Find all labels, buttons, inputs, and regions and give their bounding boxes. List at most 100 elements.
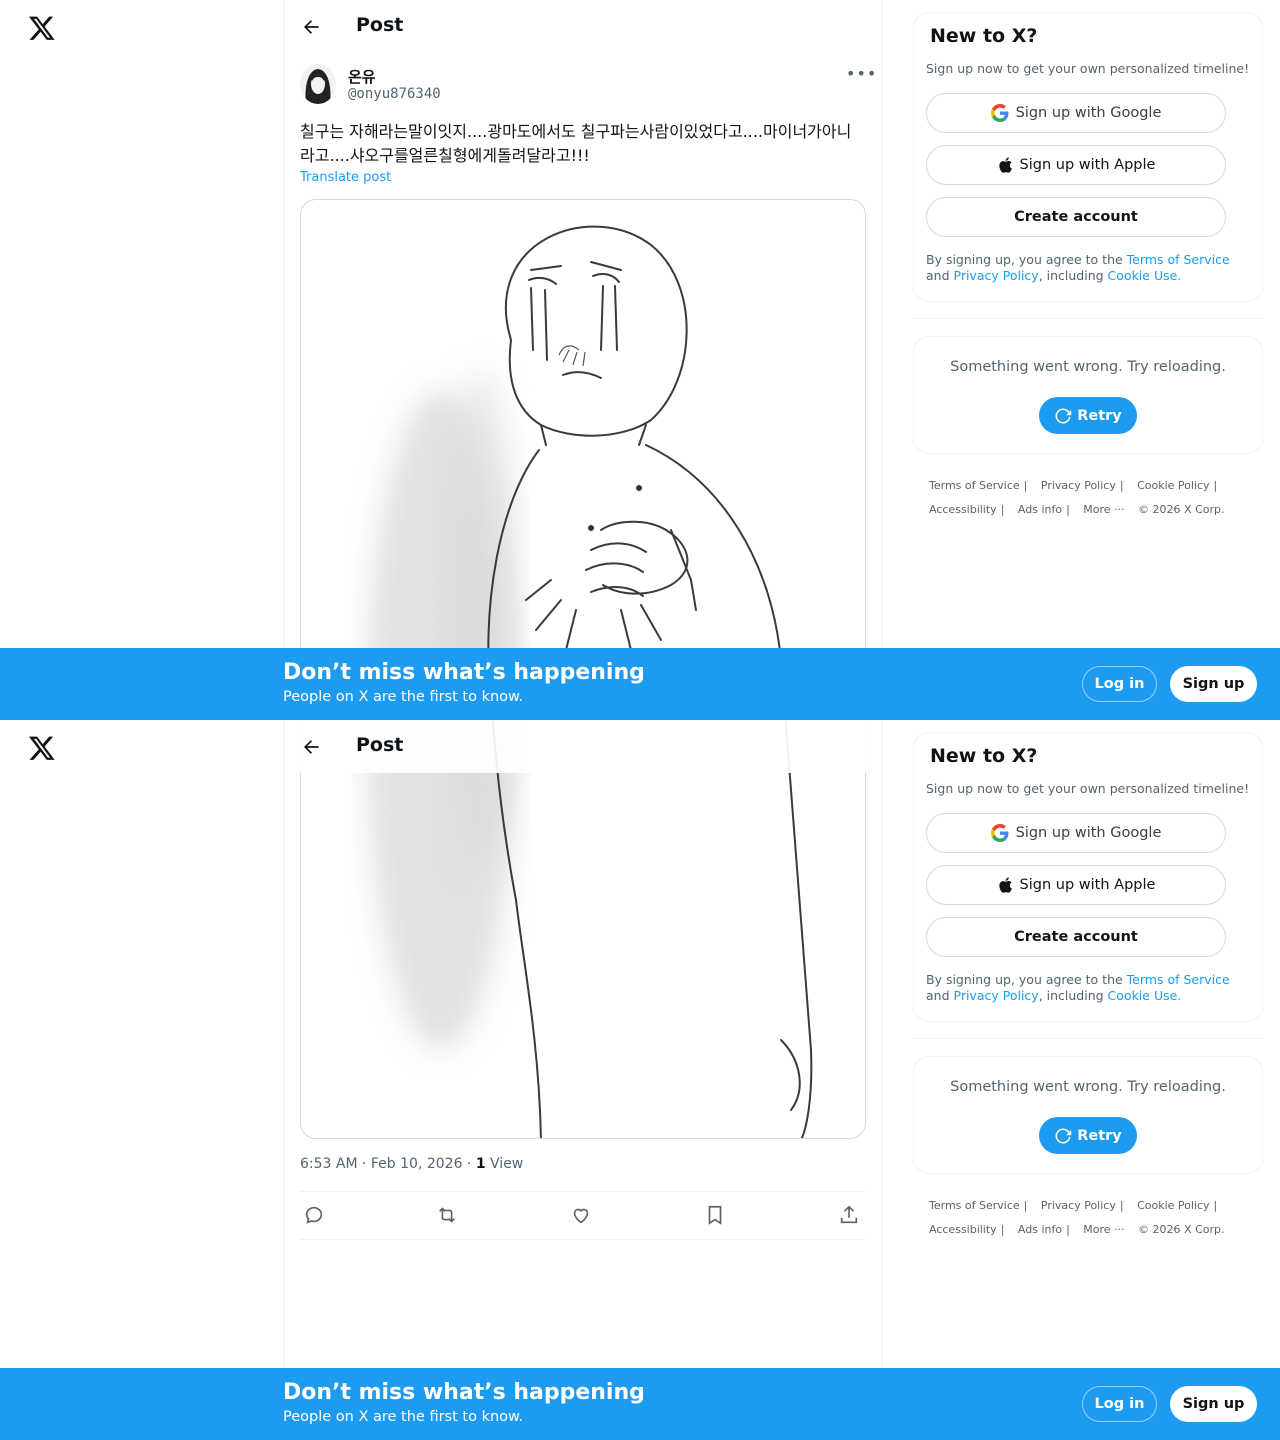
views-label: View [485, 1156, 524, 1172]
footer-separator: | [1000, 503, 1005, 516]
signup-apple-button[interactable]: Sign up with Apple [926, 145, 1226, 185]
create-account-button[interactable]: Create account [926, 917, 1226, 957]
x-logo-icon[interactable] [28, 14, 56, 42]
banner-login-button[interactable]: Log in [1082, 1386, 1157, 1422]
avatar[interactable] [300, 64, 336, 104]
footer-separator: | [1119, 479, 1124, 492]
banner-signup-button[interactable]: Sign up [1170, 1386, 1257, 1422]
footer-privacy-link[interactable]: Privacy Policy [1041, 1199, 1116, 1212]
legal-text: By signing up, you agree to the Terms of… [926, 972, 1246, 1004]
footer-more-link[interactable]: More ··· [1083, 1223, 1124, 1236]
error-card: Something went wrong. Try reloading. Ret… [913, 336, 1263, 454]
signup-subtitle: Sign up now to get your own personalized… [926, 61, 1250, 76]
page-title: Post [356, 14, 404, 36]
post-image[interactable] [300, 199, 866, 720]
footer-separator: | [1066, 503, 1070, 516]
banner-signup-button[interactable]: Sign up [1170, 666, 1257, 702]
signup-google-label: Sign up with Google [1015, 825, 1162, 841]
footer-separator: | [1023, 479, 1028, 492]
footer-links: Terms of Service | Privacy Policy | Cookie… [929, 474, 1249, 522]
x-logo-icon[interactable] [28, 734, 56, 762]
author-name[interactable]: 온유 [348, 66, 376, 87]
footer-links: Terms of Service | Privacy Policy | Cookie… [929, 1194, 1249, 1242]
cookie-link[interactable]: Cookie Use. [1108, 268, 1182, 283]
cookie-link[interactable]: Cookie Use. [1108, 988, 1182, 1003]
footer-more-link[interactable]: More ··· [1083, 503, 1124, 516]
views-count: 1 [475, 1156, 486, 1172]
refresh-icon [1055, 407, 1072, 423]
author-handle[interactable]: @onyu876340 [348, 86, 441, 102]
terms-link[interactable]: Terms of Service [1127, 252, 1230, 267]
error-card: Something went wrong. Try reloading. Ret… [913, 1056, 1263, 1174]
footer-ads-link[interactable]: Ads info [1018, 1223, 1062, 1236]
signup-google-button[interactable]: Sign up with Google [926, 93, 1226, 133]
terms-link[interactable]: Terms of Service [1127, 972, 1230, 987]
legal-and: and [926, 988, 954, 1003]
bookmark-icon[interactable] [704, 1204, 728, 1228]
legal-prefix: By signing up, you agree to the [926, 252, 1127, 267]
legal-and: and [926, 268, 954, 283]
back-arrow-icon[interactable] [298, 14, 324, 40]
footer-accessibility-link[interactable]: Accessibility [929, 503, 997, 516]
footer-copyright: © 2026 X Corp. [1138, 1223, 1225, 1236]
like-icon[interactable] [570, 1204, 594, 1228]
share-icon[interactable] [838, 1204, 862, 1228]
more-options-icon[interactable]: ••• [846, 64, 876, 84]
banner-title: Don’t miss what’s happening [283, 1380, 645, 1405]
main-column: Post 6:53 AM · Feb 10, 2026 · 1 View [283, 720, 883, 1440]
signup-apple-label: Sign up with Apple [1019, 157, 1156, 173]
post-header: Post [284, 0, 882, 53]
footer-privacy-link[interactable]: Privacy Policy [1041, 479, 1116, 492]
privacy-link[interactable]: Privacy Policy [954, 268, 1039, 283]
retry-label: Retry [1077, 1127, 1122, 1144]
screen-top: Post 온유 @onyu876340 ••• 칠구는 자해라는말이잇지....… [0, 0, 1280, 720]
post-header: Post [284, 720, 882, 773]
crying-figure-drawing [366, 720, 813, 1138]
retry-button[interactable]: Retry [1039, 1117, 1137, 1154]
post-actions [300, 1191, 866, 1240]
footer-cookie-link[interactable]: Cookie Policy [1137, 1199, 1209, 1212]
banner-login-button[interactable]: Log in [1082, 666, 1157, 702]
privacy-link[interactable]: Privacy Policy [954, 988, 1039, 1003]
post-meta: 6:53 AM · Feb 10, 2026 · 1 View [300, 1156, 523, 1172]
legal-prefix: By signing up, you agree to the [926, 972, 1127, 987]
sidebar-divider [913, 318, 1263, 319]
apple-icon [998, 157, 1012, 173]
signup-subtitle: Sign up now to get your own personalized… [926, 781, 1250, 796]
retry-button[interactable]: Retry [1039, 397, 1137, 434]
post-timestamp[interactable]: 6:53 AM · Feb 10, 2026 · [300, 1156, 476, 1172]
back-arrow-icon[interactable] [298, 734, 324, 760]
google-icon [990, 104, 1009, 122]
error-message: Something went wrong. Try reloading. [950, 359, 1226, 375]
footer-accessibility-link[interactable]: Accessibility [929, 1223, 997, 1236]
post-image[interactable] [300, 720, 866, 1139]
footer-separator: | [1213, 1199, 1218, 1212]
banner-subtitle: People on X are the first to know. [283, 689, 524, 705]
retry-label: Retry [1077, 407, 1122, 424]
footer-cookie-link[interactable]: Cookie Policy [1137, 479, 1209, 492]
crying-figure-drawing [366, 225, 787, 720]
legal-including: , including [1038, 988, 1108, 1003]
repost-icon[interactable] [436, 1204, 460, 1228]
footer-terms-link[interactable]: Terms of Service [929, 1199, 1020, 1212]
google-icon [990, 824, 1009, 842]
error-message: Something went wrong. Try reloading. [950, 1079, 1226, 1095]
footer-terms-link[interactable]: Terms of Service [929, 479, 1020, 492]
signup-apple-button[interactable]: Sign up with Apple [926, 865, 1226, 905]
signup-title: New to X? [930, 745, 1038, 767]
signup-title: New to X? [930, 25, 1038, 47]
footer-ads-link[interactable]: Ads info [1018, 503, 1062, 516]
signup-google-button[interactable]: Sign up with Google [926, 813, 1226, 853]
signup-google-label: Sign up with Google [1015, 105, 1162, 121]
footer-separator: | [1066, 1223, 1070, 1236]
reply-icon[interactable] [303, 1204, 327, 1228]
create-account-button[interactable]: Create account [926, 197, 1226, 237]
login-banner: Don’t miss what’s happening People on X … [0, 1368, 1280, 1440]
main-column: Post 온유 @onyu876340 ••• 칠구는 자해라는말이잇지....… [283, 0, 883, 720]
translate-post-link[interactable]: Translate post [300, 170, 391, 185]
footer-separator: | [1023, 1199, 1028, 1212]
footer-separator: | [1213, 479, 1218, 492]
post-text: 칠구는 자해라는말이잇지....광마도에서도 칠구파는사람이있었다고....마이… [300, 122, 852, 165]
footer-separator: | [1119, 1199, 1124, 1212]
banner-subtitle: People on X are the first to know. [283, 1409, 524, 1425]
